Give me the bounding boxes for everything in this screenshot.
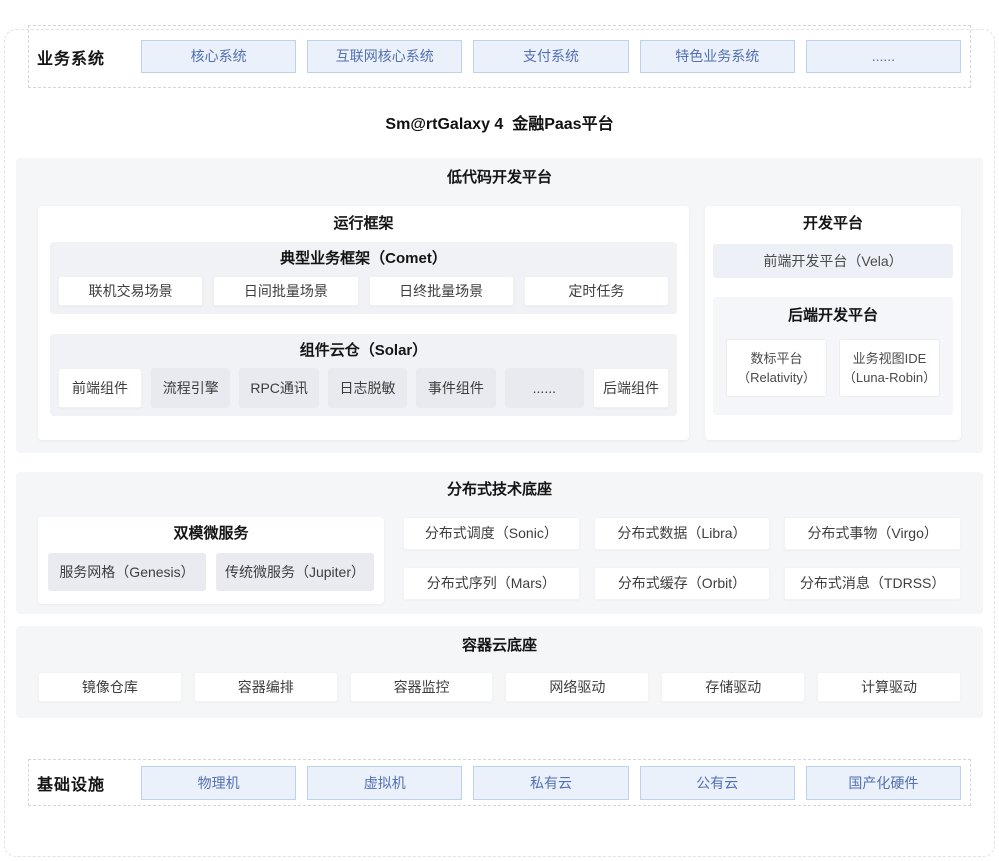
infrastructure-label: 基础设施 <box>37 771 141 795</box>
physical-machine-button: 物理机 <box>141 766 296 800</box>
distributed-base-title: 分布式技术底座 <box>38 480 961 500</box>
business-view-ide-luna-robin: 业务视图IDE （Luna-Robin） <box>839 339 940 397</box>
distributed-base-section: 分布式技术底座 双模微服务 服务网格（Genesis） 传统微服务（Jupite… <box>16 472 983 614</box>
distributed-transaction-virgo: 分布式事物（Virgo） <box>784 517 961 550</box>
compute-driver-box: 计算驱动 <box>817 672 961 702</box>
dual-mode-microservices-title: 双模微服务 <box>48 524 374 544</box>
solar-panel-title: 组件云仓（Solar） <box>58 341 669 368</box>
comet-scenario-online-trading: 联机交易场景 <box>58 276 203 306</box>
solar-frontend-components: 前端组件 <box>58 368 142 408</box>
image-registry-box: 镜像仓库 <box>38 672 182 702</box>
business-system-internet-core: 互联网核心系统 <box>307 40 462 73</box>
page-title: Sm@rtGalaxy 4 金融Paas平台 <box>0 114 999 136</box>
container-monitoring-box: 容器监控 <box>350 672 494 702</box>
domestic-hardware-button: 国产化硬件 <box>806 766 961 800</box>
backend-dev-platform-panel: 后端开发平台 数标平台 （Relativity） 业务视图IDE （Luna-R… <box>713 297 953 415</box>
solar-chip-event-components: 事件组件 <box>416 368 495 408</box>
distributed-sequence-mars: 分布式序列（Mars） <box>403 567 580 600</box>
comet-scenario-eod-batch: 日终批量场景 <box>369 276 514 306</box>
backend-dev-platform-boxes: 数标平台 （Relativity） 业务视图IDE （Luna-Robin） <box>726 339 940 397</box>
dual-mode-microservices-card: 双模微服务 服务网格（Genesis） 传统微服务（Jupiter） <box>38 517 384 604</box>
service-mesh-genesis: 服务网格（Genesis） <box>48 553 206 591</box>
container-cloud-row: 镜像仓库 容器编排 容器监控 网络驱动 存储驱动 计算驱动 <box>38 672 961 702</box>
business-system-more: ...... <box>806 40 961 73</box>
distributed-messaging-tdrss: 分布式消息（TDRSS） <box>784 567 961 600</box>
frontend-dev-platform-vela: 前端开发平台（Vela） <box>713 244 953 278</box>
dev-platform-title: 开发平台 <box>713 214 953 234</box>
low-code-cards-row: 运行框架 典型业务框架（Comet） 联机交易场景 日间批量场景 日终批量场景 … <box>38 206 961 440</box>
business-systems-row: 业务系统 核心系统 互联网核心系统 支付系统 特色业务系统 ...... <box>28 25 971 88</box>
container-cloud-section: 容器云底座 镜像仓库 容器编排 容器监控 网络驱动 存储驱动 计算驱动 <box>16 626 983 718</box>
distributed-scheduling-sonic: 分布式调度（Sonic） <box>403 517 580 550</box>
virtual-machine-button: 虚拟机 <box>307 766 462 800</box>
data-standard-platform-relativity: 数标平台 （Relativity） <box>726 339 827 397</box>
runtime-framework-title: 运行框架 <box>50 214 677 234</box>
business-systems-label: 业务系统 <box>37 45 141 69</box>
business-systems-buttons: 核心系统 互联网核心系统 支付系统 特色业务系统 ...... <box>141 40 961 73</box>
traditional-microservices-jupiter: 传统微服务（Jupiter） <box>216 553 374 591</box>
comet-scenarios-row: 联机交易场景 日间批量场景 日终批量场景 定时任务 <box>58 276 669 306</box>
low-code-platform-title: 低代码开发平台 <box>38 168 961 188</box>
private-cloud-button: 私有云 <box>473 766 628 800</box>
comet-scenario-daytime-batch: 日间批量场景 <box>213 276 358 306</box>
data-standard-platform-codename: （Relativity） <box>727 368 826 387</box>
storage-driver-box: 存储驱动 <box>661 672 805 702</box>
low-code-platform-section: 低代码开发平台 运行框架 典型业务框架（Comet） 联机交易场景 日间批量场景… <box>16 158 983 453</box>
solar-panel: 组件云仓（Solar） 前端组件 流程引擎 RPC通讯 日志脱敏 事件组件 ..… <box>50 334 677 416</box>
infrastructure-buttons: 物理机 虚拟机 私有云 公有云 国产化硬件 <box>141 766 961 800</box>
distributed-data-libra: 分布式数据（Libra） <box>594 517 771 550</box>
dev-platform-card: 开发平台 前端开发平台（Vela） 后端开发平台 数标平台 （Relativit… <box>705 206 961 440</box>
business-system-special: 特色业务系统 <box>640 40 795 73</box>
solar-backend-components: 后端组件 <box>593 368 669 408</box>
solar-chip-more: ...... <box>505 368 584 408</box>
business-system-core: 核心系统 <box>141 40 296 73</box>
business-view-ide-codename: （Luna-Robin） <box>840 368 939 387</box>
infrastructure-row: 基础设施 物理机 虚拟机 私有云 公有云 国产化硬件 <box>28 759 971 806</box>
solar-components-row: 前端组件 流程引擎 RPC通讯 日志脱敏 事件组件 ...... 后端组件 <box>58 368 669 408</box>
business-view-ide-name: 业务视图IDE <box>840 349 939 368</box>
business-system-payment: 支付系统 <box>473 40 628 73</box>
network-driver-box: 网络驱动 <box>505 672 649 702</box>
distributed-services-grid: 分布式调度（Sonic） 分布式数据（Libra） 分布式事物（Virgo） 分… <box>403 517 961 604</box>
comet-panel-title: 典型业务框架（Comet） <box>58 249 669 276</box>
public-cloud-button: 公有云 <box>640 766 795 800</box>
distributed-content-row: 双模微服务 服务网格（Genesis） 传统微服务（Jupiter） 分布式调度… <box>38 517 961 604</box>
solar-chip-log-masking: 日志脱敏 <box>328 368 407 408</box>
solar-chip-process-engine: 流程引擎 <box>151 368 230 408</box>
dual-mode-chips-row: 服务网格（Genesis） 传统微服务（Jupiter） <box>48 553 374 591</box>
architecture-page: { "page": { "title": "Sm@rtGalaxy 4\u00a… <box>0 25 999 861</box>
distributed-cache-orbit: 分布式缓存（Orbit） <box>594 567 771 600</box>
data-standard-platform-name: 数标平台 <box>727 349 826 368</box>
comet-panel: 典型业务框架（Comet） 联机交易场景 日间批量场景 日终批量场景 定时任务 <box>50 242 677 314</box>
container-orchestration-box: 容器编排 <box>194 672 338 702</box>
solar-chip-rpc: RPC通讯 <box>239 368 318 408</box>
backend-dev-platform-title: 后端开发平台 <box>726 306 940 339</box>
runtime-framework-card: 运行框架 典型业务框架（Comet） 联机交易场景 日间批量场景 日终批量场景 … <box>38 206 689 440</box>
comet-scenario-scheduled-task: 定时任务 <box>524 276 669 306</box>
container-cloud-title: 容器云底座 <box>38 636 961 656</box>
